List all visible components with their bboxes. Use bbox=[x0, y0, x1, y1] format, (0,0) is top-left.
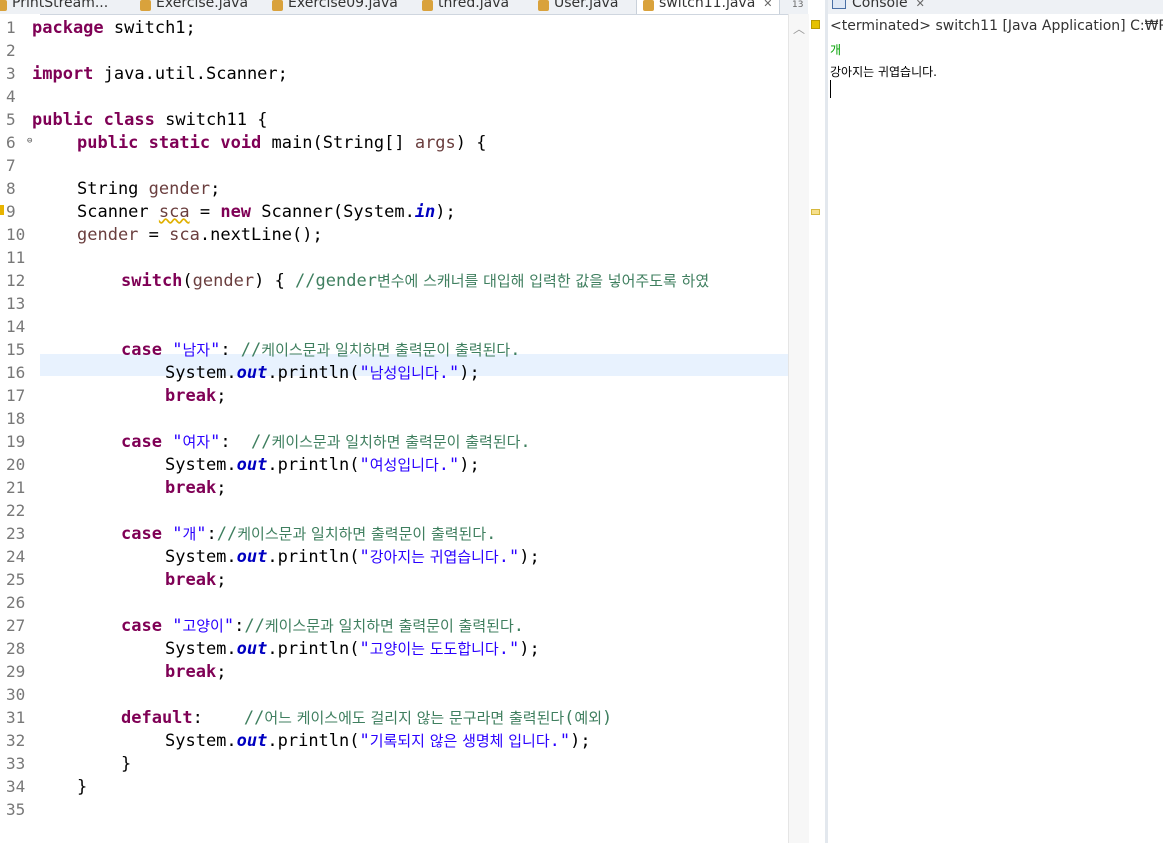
line-number: 35 bbox=[6, 800, 26, 819]
tab-label: PrintStream... bbox=[12, 0, 109, 11]
line-number: 29 bbox=[6, 662, 26, 681]
tab-printstream[interactable]: PrintStream... bbox=[0, 0, 108, 14]
tab-label: switch11.java bbox=[659, 0, 756, 11]
line-number: 12 bbox=[6, 271, 26, 290]
line-number: 7 bbox=[6, 156, 16, 175]
line-number: 24 bbox=[6, 547, 26, 566]
tab-overflow-count[interactable]: 13 bbox=[792, 0, 803, 10]
line-number: 4 bbox=[6, 87, 16, 106]
console-icon bbox=[832, 0, 846, 9]
code-line: import java.util.Scanner; bbox=[32, 64, 288, 84]
code-line: System.out.println("기록되지 않은 생명체 입니다."); bbox=[165, 731, 591, 751]
code-line: break; bbox=[165, 570, 227, 590]
line-number: 15 bbox=[6, 340, 26, 359]
line-number: 11 bbox=[6, 248, 26, 267]
code-line: case "개"://케이스문과 일치하면 출력문이 출력된다. bbox=[121, 524, 497, 544]
code-line: public class switch11 { bbox=[32, 110, 268, 130]
console-tab-bar: Console ✕ bbox=[828, 0, 1163, 14]
line-number: 17 bbox=[6, 386, 26, 405]
line-number: 23 bbox=[6, 524, 26, 543]
code-line: Scanner sca = new Scanner(System.in); bbox=[77, 202, 456, 222]
code-line: System.out.println("강아지는 귀엽습니다."); bbox=[165, 547, 540, 567]
line-number: 22 bbox=[6, 501, 26, 520]
line-number: 9 bbox=[6, 202, 16, 221]
fold-collapse-icon[interactable]: ⊖ bbox=[27, 136, 32, 146]
code-line: case "남자": //케이스문과 일치하면 출력문이 출력된다. bbox=[121, 340, 521, 360]
code-line: } bbox=[77, 777, 88, 797]
line-number: 27 bbox=[6, 616, 26, 635]
line-number: 1 bbox=[6, 18, 16, 37]
line-number: 10 bbox=[6, 225, 26, 244]
close-icon[interactable]: ✕ bbox=[916, 0, 925, 10]
line-number: 32 bbox=[6, 731, 26, 750]
code-line: gender = sca.nextLine(); bbox=[77, 225, 323, 245]
java-file-icon bbox=[272, 0, 283, 11]
console-status: <terminated> switch11 [Java Application]… bbox=[830, 18, 1163, 34]
code-line: switch(gender) { //gender변수에 스캐너를 대입해 입력… bbox=[121, 271, 710, 291]
java-file-icon bbox=[140, 0, 151, 11]
line-number: 20 bbox=[6, 455, 26, 474]
tab-label: Exercise09.java bbox=[288, 0, 398, 11]
line-number: 34 bbox=[6, 777, 26, 796]
warning-overview-marker[interactable] bbox=[811, 209, 820, 215]
console-output-line: 강아지는 귀엽습니다. bbox=[830, 65, 937, 79]
java-file-icon bbox=[538, 0, 549, 11]
line-number: 19 bbox=[6, 432, 26, 451]
line-number: 5 bbox=[6, 110, 16, 129]
editor-tab-bar: PrintStream... Exercise.java Exercise09.… bbox=[0, 0, 808, 15]
line-number: 31 bbox=[6, 708, 26, 727]
code-line: case "고양이"://케이스문과 일치하면 출력문이 출력된다. bbox=[121, 616, 524, 636]
console-caret bbox=[830, 80, 831, 98]
tab-label: Exercise.java bbox=[156, 0, 249, 11]
tab-console[interactable]: Console ✕ bbox=[832, 0, 925, 11]
java-file-icon bbox=[0, 0, 7, 11]
console-tab-label: Console bbox=[852, 0, 908, 11]
tab-thred[interactable]: thred.java bbox=[422, 0, 509, 14]
warning-overview-icon[interactable] bbox=[811, 20, 820, 29]
view-divider[interactable] bbox=[825, 0, 828, 843]
close-icon[interactable]: ✕ bbox=[763, 0, 772, 10]
code-line: case "여자": //케이스문과 일치하면 출력문이 출력된다. bbox=[121, 432, 531, 452]
line-number: 28 bbox=[6, 639, 26, 658]
line-number: 21 bbox=[6, 478, 26, 497]
line-number: 25 bbox=[6, 570, 26, 589]
line-number: 33 bbox=[6, 754, 26, 773]
line-number: 2 bbox=[6, 41, 16, 60]
code-line: break; bbox=[165, 478, 227, 498]
code-line: System.out.println("고양이는 도도합니다."); bbox=[165, 639, 540, 659]
code-line: break; bbox=[165, 386, 227, 406]
java-file-icon bbox=[422, 0, 433, 11]
line-number: 26 bbox=[6, 593, 26, 612]
tab-exercise[interactable]: Exercise.java bbox=[140, 0, 248, 14]
code-line: } bbox=[121, 754, 132, 774]
code-line: default: //어느 케이스에도 걸리지 않는 문구라면 출력된다(예외) bbox=[121, 708, 613, 728]
code-editor[interactable]: 1 2 3 4 5 6 ⊖ 7 8 9 10 11 12 13 14 15 16… bbox=[0, 14, 788, 843]
code-line: package switch1; bbox=[32, 18, 196, 38]
line-number: 8 bbox=[6, 179, 16, 198]
chevron-up-icon[interactable]: ︿ bbox=[793, 20, 805, 37]
line-number: 3 bbox=[6, 64, 16, 83]
console-input-line: 개 bbox=[830, 43, 842, 57]
line-number: 30 bbox=[6, 685, 26, 704]
line-number: 13 bbox=[6, 294, 26, 313]
tab-label: thred.java bbox=[438, 0, 510, 11]
code-line: String gender; bbox=[77, 179, 221, 199]
line-number: 18 bbox=[6, 409, 26, 428]
line-number: 16 bbox=[6, 363, 26, 382]
code-line: public static void main(String[] args) { bbox=[77, 133, 487, 153]
code-line: System.out.println("여성입니다."); bbox=[165, 455, 480, 475]
code-line: break; bbox=[165, 662, 227, 682]
tab-switch11[interactable]: switch11.java ✕ bbox=[636, 0, 780, 14]
code-line: System.out.println("남성입니다."); bbox=[165, 363, 480, 383]
line-number: 6 bbox=[6, 133, 16, 152]
tab-label: User.java bbox=[554, 0, 619, 11]
java-file-icon bbox=[643, 0, 654, 11]
editor-vertical-scrollbar[interactable]: ︿ bbox=[788, 14, 809, 843]
tab-user[interactable]: User.java bbox=[538, 0, 618, 14]
line-number: 14 bbox=[6, 317, 26, 336]
tab-exercise09[interactable]: Exercise09.java bbox=[272, 0, 398, 14]
